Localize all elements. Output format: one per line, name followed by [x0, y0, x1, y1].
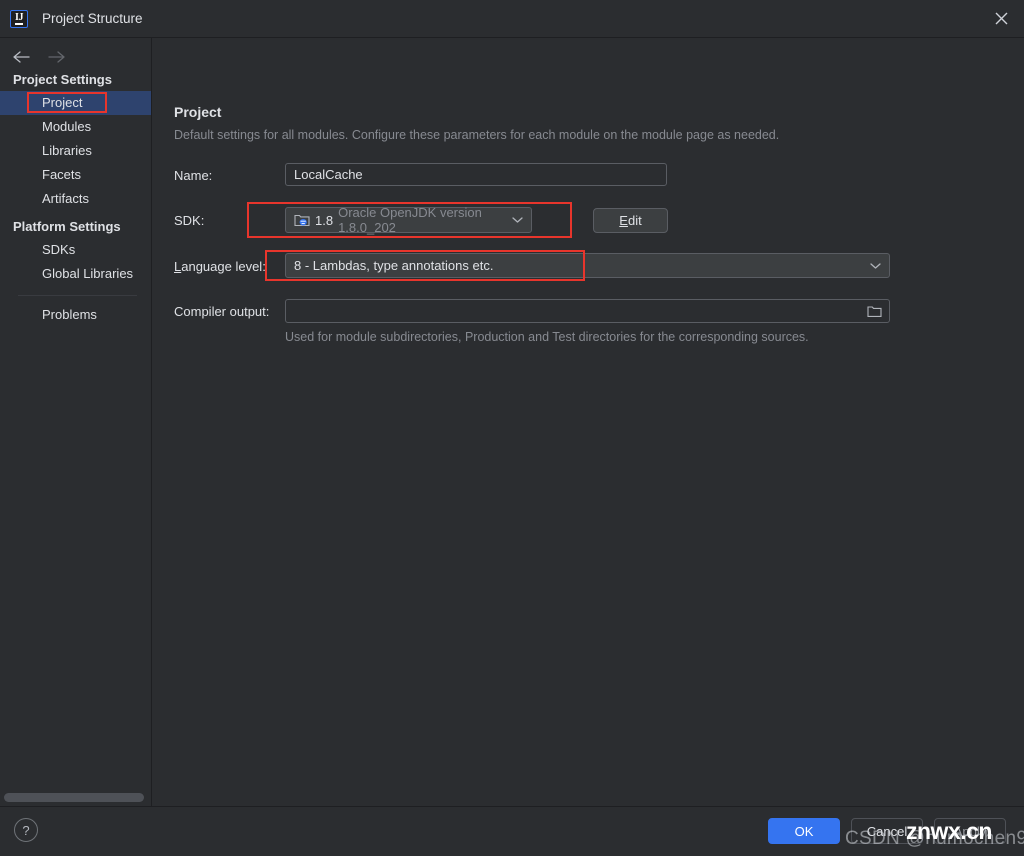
arrow-left-icon[interactable] [12, 46, 38, 68]
sidebar-item-label: Global Libraries [42, 266, 134, 281]
sidebar-section-platform-settings: Platform Settings [13, 219, 121, 234]
sdk-edit-mnemonic: E [619, 213, 628, 228]
settings-sidebar: Project Settings Project Modules Librari… [0, 38, 152, 806]
sidebar-item-problems[interactable]: Problems [0, 303, 151, 327]
sidebar-item-project[interactable]: Project [0, 91, 151, 115]
close-icon[interactable] [978, 0, 1024, 37]
app-icon-underline [15, 22, 23, 25]
apply-button[interactable]: Apply [934, 818, 1006, 844]
name-label: Name: [174, 168, 213, 183]
page-description: Default settings for all modules. Config… [174, 128, 780, 142]
arrow-right-icon[interactable] [48, 46, 74, 68]
name-input[interactable]: LocalCache [285, 163, 667, 186]
sidebar-item-label: Artifacts [42, 191, 89, 206]
page-title: Project [174, 104, 222, 120]
sidebar-item-artifacts[interactable]: Artifacts [0, 187, 151, 211]
chevron-down-icon[interactable] [512, 217, 523, 224]
sidebar-item-label: Modules [42, 119, 92, 134]
compiler-output-hint: Used for module subdirectories, Producti… [285, 330, 809, 344]
language-level-label: Language level: [174, 259, 266, 274]
sdk-vendor-name: Oracle OpenJDK version 1.8.0_202 [338, 205, 482, 235]
ok-button[interactable]: OK [768, 818, 840, 844]
sidebar-nav-arrows [0, 38, 151, 66]
sdk-edit-rest: dit [627, 213, 642, 228]
sdk-version: 1.8 [315, 212, 334, 228]
compiler-output-input[interactable] [285, 299, 890, 323]
settings-content-panel: Project Default settings for all modules… [152, 38, 1024, 806]
sidebar-item-label: SDKs [42, 242, 76, 257]
sidebar-item-label: Problems [42, 307, 97, 322]
sidebar-horizontal-scrollbar[interactable] [4, 793, 144, 802]
language-level-label-rest: anguage level: [181, 259, 266, 274]
sidebar-item-libraries[interactable]: Libraries [0, 139, 151, 163]
compiler-output-label: Compiler output: [174, 304, 270, 319]
dialog-body: Project Settings Project Modules Librari… [0, 38, 1024, 806]
language-level-combobox[interactable]: 8 - Lambdas, type annotations etc. [285, 253, 890, 278]
jdk-folder-icon [294, 213, 310, 227]
window-titlebar: IJ Project Structure [0, 0, 1024, 38]
name-input-value: LocalCache [294, 167, 363, 182]
sidebar-item-facets[interactable]: Facets [0, 163, 151, 187]
language-level-value: 8 - Lambdas, type annotations etc. [294, 258, 494, 273]
app-icon-glyph: IJ [15, 12, 23, 23]
help-button[interactable]: ? [14, 818, 38, 842]
chevron-down-icon[interactable] [870, 262, 881, 269]
sidebar-item-label: Project [42, 95, 83, 110]
sdk-label: SDK: [174, 213, 205, 228]
sidebar-item-label: Facets [42, 167, 82, 182]
sdk-edit-button[interactable]: Edit [593, 208, 668, 233]
sidebar-section-project-settings: Project Settings [13, 72, 112, 87]
intellij-idea-icon: IJ [10, 9, 28, 28]
sidebar-item-global-libraries[interactable]: Global Libraries [0, 262, 151, 286]
dialog-footer: ? OK Cancel Apply [0, 806, 1024, 856]
sidebar-item-sdks[interactable]: SDKs [0, 238, 151, 262]
sidebar-item-label: Libraries [42, 143, 92, 158]
sidebar-item-modules[interactable]: Modules [0, 115, 151, 139]
sdk-edit-label: Edit [619, 213, 641, 228]
sdk-combobox[interactable]: 1.8 Oracle OpenJDK version 1.8.0_202 [285, 205, 532, 235]
window-title: Project Structure [42, 11, 143, 26]
sidebar-divider [18, 295, 137, 296]
cancel-button[interactable]: Cancel [851, 818, 923, 844]
folder-icon[interactable] [865, 302, 883, 320]
